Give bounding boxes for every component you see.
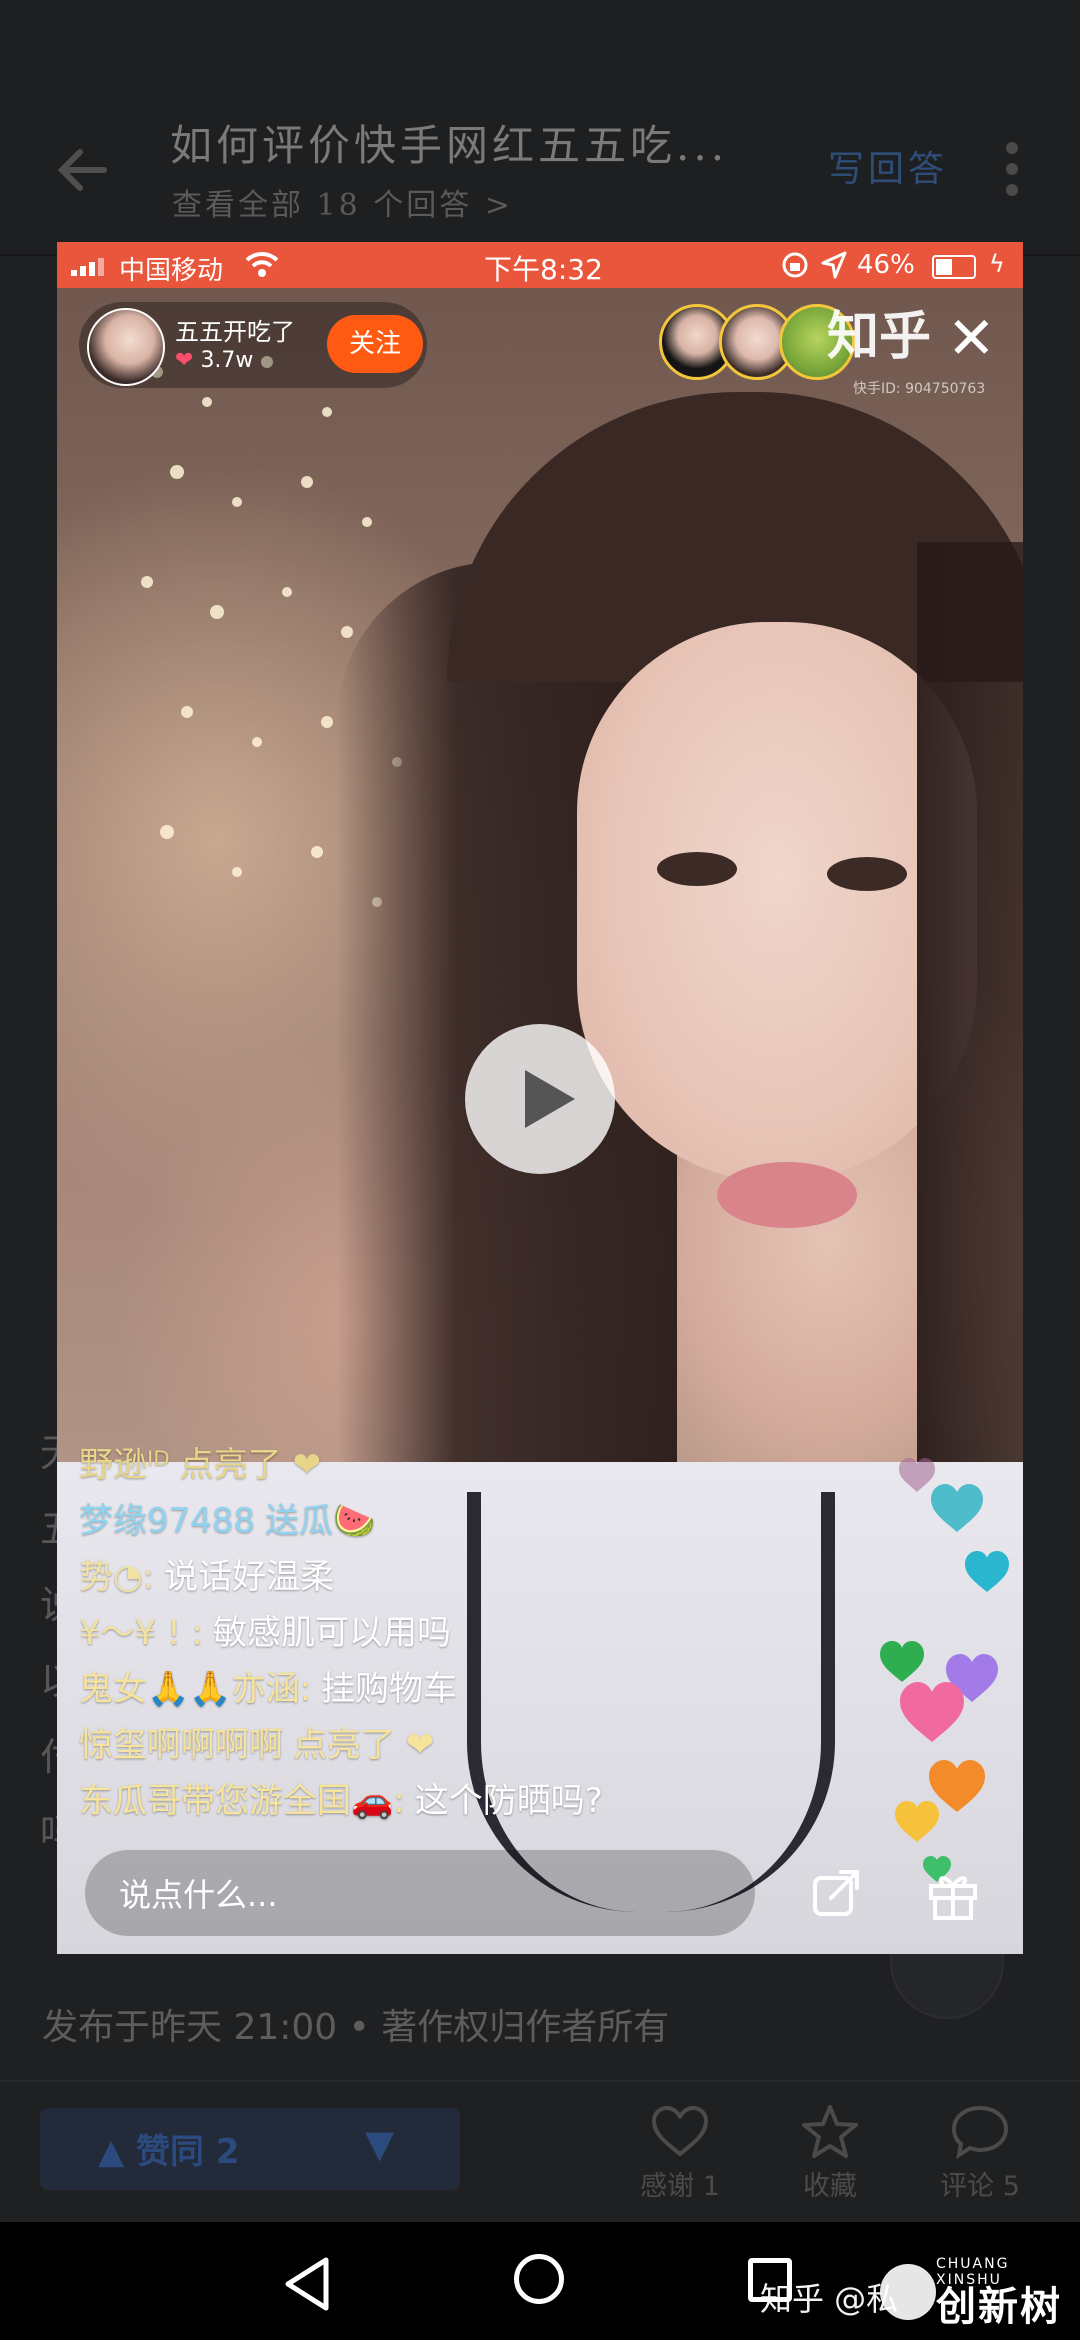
vote-bar: ▲ 赞同 2 ▼	[40, 2108, 460, 2190]
vote-down-icon[interactable]: ▼	[365, 2122, 394, 2166]
nav-back-icon[interactable]	[282, 2256, 332, 2312]
comment-text: 敏感肌可以用吗	[212, 1613, 451, 1653]
comment-input-placeholder: 说点什么...	[119, 1876, 278, 1914]
collect-label: 收藏	[803, 2171, 857, 2202]
signal-icon	[71, 258, 104, 276]
host-name: 五五开吃了	[175, 318, 295, 346]
zhihu-watermark: 知乎 @私	[760, 2280, 899, 2318]
comment-user: 东瓜哥带您游全国🚗:	[79, 1781, 405, 1821]
list-item: 野逊ᴵᴰ 点亮了 ❤	[79, 1437, 779, 1493]
more-menu-icon[interactable]	[1000, 142, 1024, 198]
comment-text: 说话好温柔	[164, 1557, 335, 1597]
heart-icon	[620, 2100, 740, 2164]
back-arrow-icon[interactable]	[52, 140, 112, 200]
logo-text: 创新树	[936, 2284, 1062, 2330]
footer-divider	[0, 2080, 1080, 2082]
host-info-pill[interactable]: 五五开吃了 ❤ 3.7w 关注	[79, 302, 427, 388]
mouth-shape	[717, 1162, 857, 1228]
vote-up-label: 赞同 2	[135, 2132, 240, 2172]
comment-text: 这个防晒吗?	[414, 1781, 603, 1821]
comment-user: 野逊ᴵᴰ	[79, 1445, 170, 1485]
thanks-label: 感谢 1	[640, 2171, 720, 2202]
view-all-answers-link[interactable]: 查看全部 18 个回答 >	[172, 180, 513, 224]
follow-button[interactable]: 关注	[327, 315, 423, 373]
question-header: 如何评价快手网红五五吃... 查看全部 18 个回答 > 写回答	[0, 0, 1080, 256]
comments-button[interactable]: 评论 5	[920, 2100, 1040, 2203]
list-item: 势◔: 说话好温柔	[79, 1549, 779, 1605]
battery-icon	[932, 255, 976, 279]
floating-hearts-decoration	[880, 1458, 1009, 1882]
video-player[interactable]: 中国移动 下午8:32 46% ϟ 五五开吃了 ❤ 3.7w 关注 知乎 ✕ 快…	[57, 242, 1023, 1954]
comment-user: 鬼女🙏🙏亦涵:	[79, 1669, 312, 1709]
gift-icon[interactable]	[923, 1864, 983, 1924]
comment-text: 点亮了 ❤	[179, 1445, 322, 1485]
eye-shape	[657, 852, 737, 886]
charging-icon: ϟ	[989, 250, 1005, 278]
comments-label: 评论 5	[940, 2171, 1020, 2202]
live-comments: 野逊ᴵᴰ 点亮了 ❤ 梦缘97488 送瓜🍉 势◔: 说话好温柔 ¥～¥ ! : 敏感肌…	[79, 1437, 779, 1829]
rotation-lock-icon	[782, 252, 808, 278]
comment-icon	[920, 2100, 1040, 2164]
collect-button[interactable]: 收藏	[770, 2100, 890, 2203]
close-icon[interactable]: ✕	[947, 304, 996, 372]
list-item: 东瓜哥带您游全国🚗: 这个防晒吗?	[79, 1773, 779, 1829]
heart-icon: ❤	[175, 348, 194, 373]
system-nav-bar: 知乎 @私 CHUANG XINSHU 创新树	[0, 2222, 1080, 2340]
zhihu-brand-tag: 知乎	[827, 307, 932, 367]
battery-percent: 46%	[857, 250, 915, 280]
carrier-name: 中国移动	[119, 256, 224, 286]
list-item: ¥～¥ ! : 敏感肌可以用吗	[79, 1605, 779, 1661]
list-item: 鬼女🙏🙏亦涵: 挂购物车	[79, 1661, 779, 1717]
comment-user: 惊玺啊啊啊啊	[79, 1725, 283, 1765]
kuaishou-id: 快手ID: 904750763	[853, 381, 986, 397]
nav-home-icon[interactable]	[514, 2254, 564, 2304]
wifi-icon	[245, 252, 279, 277]
chuangxinshu-logo: CHUANG XINSHU 创新树	[880, 2250, 1070, 2336]
comment-text: 点亮了 ❤	[293, 1725, 435, 1765]
video-status-bar: 中国移动 下午8:32 46% ϟ	[57, 242, 1023, 288]
host-avatar[interactable]	[87, 308, 165, 386]
location-icon	[821, 251, 847, 279]
eye-shape	[827, 857, 907, 891]
comment-user: ¥～¥ ! :	[79, 1613, 203, 1653]
thanks-button[interactable]: 感谢 1	[620, 2100, 740, 2203]
write-answer-button[interactable]: 写回答	[828, 140, 948, 192]
list-item: 梦缘97488 送瓜🍉	[79, 1493, 779, 1549]
comment-user: 势◔:	[79, 1557, 155, 1597]
vote-up-button[interactable]: ▲ 赞同 2	[98, 2124, 239, 2173]
question-title[interactable]: 如何评价快手网红五五吃...	[170, 112, 728, 173]
comment-input[interactable]: 说点什么...	[85, 1850, 755, 1936]
comment-text: 送瓜🍉	[265, 1501, 376, 1541]
list-item: 惊玺啊啊啊啊 点亮了 ❤	[79, 1717, 779, 1773]
logo-mark-icon	[880, 2264, 936, 2320]
status-time: 下午8:32	[484, 253, 603, 286]
likes-value: 3.7w	[200, 348, 254, 373]
host-likes-count: ❤ 3.7w	[175, 348, 253, 373]
comment-text: 挂购物车	[321, 1669, 458, 1709]
play-button[interactable]	[465, 1024, 615, 1174]
star-icon	[770, 2100, 890, 2164]
comment-user: 梦缘97488	[79, 1501, 256, 1541]
publish-info: 发布于昨天 21:00 • 著作权归作者所有	[42, 2007, 670, 2048]
share-icon[interactable]	[805, 1864, 865, 1924]
